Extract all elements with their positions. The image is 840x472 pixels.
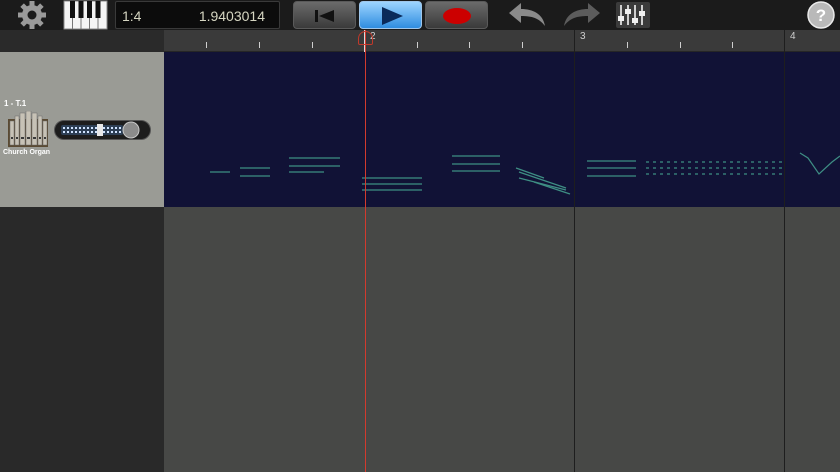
- ruler-bar-number: 4: [790, 31, 796, 42]
- piano-keys-icon: [63, 0, 108, 30]
- help-icon: ?: [807, 1, 835, 29]
- rewind-button[interactable]: [293, 1, 356, 29]
- play-icon: [382, 7, 403, 25]
- volume-track: [61, 121, 140, 139]
- playhead[interactable]: [365, 30, 366, 472]
- rewind-icon: [315, 10, 334, 22]
- svg-text:?: ?: [816, 6, 826, 25]
- track-list-empty: [0, 207, 164, 472]
- ruler-tick: [627, 42, 628, 48]
- record-button[interactable]: [425, 1, 488, 29]
- ruler-tick: [732, 42, 733, 48]
- record-icon: [443, 8, 471, 24]
- track-lane[interactable]: [164, 52, 840, 207]
- bar-position: 1:4: [122, 8, 142, 24]
- settings-button[interactable]: [10, 1, 54, 29]
- help-button[interactable]: ?: [803, 0, 839, 30]
- ruler-tick: [259, 42, 260, 48]
- mixer-icon: [616, 2, 650, 28]
- volume-slider[interactable]: [54, 120, 151, 140]
- play-button[interactable]: [359, 1, 422, 29]
- undo-button[interactable]: [505, 0, 549, 30]
- ruler-tick: [522, 42, 523, 48]
- undo-icon: [509, 3, 545, 26]
- ruler-tick: [417, 42, 418, 48]
- volume-handle[interactable]: [97, 124, 103, 136]
- ruler-tick: [312, 42, 313, 48]
- redo-icon: [564, 3, 600, 26]
- time-readout: 1.9403014: [198, 8, 265, 24]
- organ-pipes-icon: [8, 110, 48, 147]
- position-display: 1:4 1.9403014: [115, 1, 280, 29]
- redo-button[interactable]: [560, 0, 604, 30]
- timeline-ruler[interactable]: 2 3 4: [164, 30, 840, 52]
- ruler-tick: [469, 42, 470, 48]
- toolbar: 1:4 1.9403014 ?: [0, 0, 840, 30]
- mixer-button[interactable]: [612, 0, 654, 30]
- ruler-tick: [206, 42, 207, 48]
- instrument-name: Church Organ: [3, 149, 51, 156]
- midi-note: [799, 152, 840, 175]
- app-window: 1:4 1.9403014 ? 2 3 4 1 - T.1 Church Org…: [0, 0, 840, 472]
- arrangement-empty-area[interactable]: [164, 207, 840, 472]
- midi-notes: [210, 152, 840, 195]
- track-name: 1 - T.1: [4, 99, 27, 108]
- bar-gridline: [784, 30, 785, 472]
- gear-icon: [18, 1, 46, 29]
- bar-gridline: [574, 30, 575, 472]
- keyboard-button[interactable]: [63, 0, 108, 30]
- instrument-button[interactable]: [8, 110, 48, 147]
- ruler-tick: [680, 42, 681, 48]
- pan-knob[interactable]: [122, 121, 140, 139]
- track-header[interactable]: 1 - T.1 Church Organ: [0, 52, 164, 207]
- ruler-bar-number: 3: [580, 31, 586, 42]
- ruler-spacer: [0, 30, 164, 52]
